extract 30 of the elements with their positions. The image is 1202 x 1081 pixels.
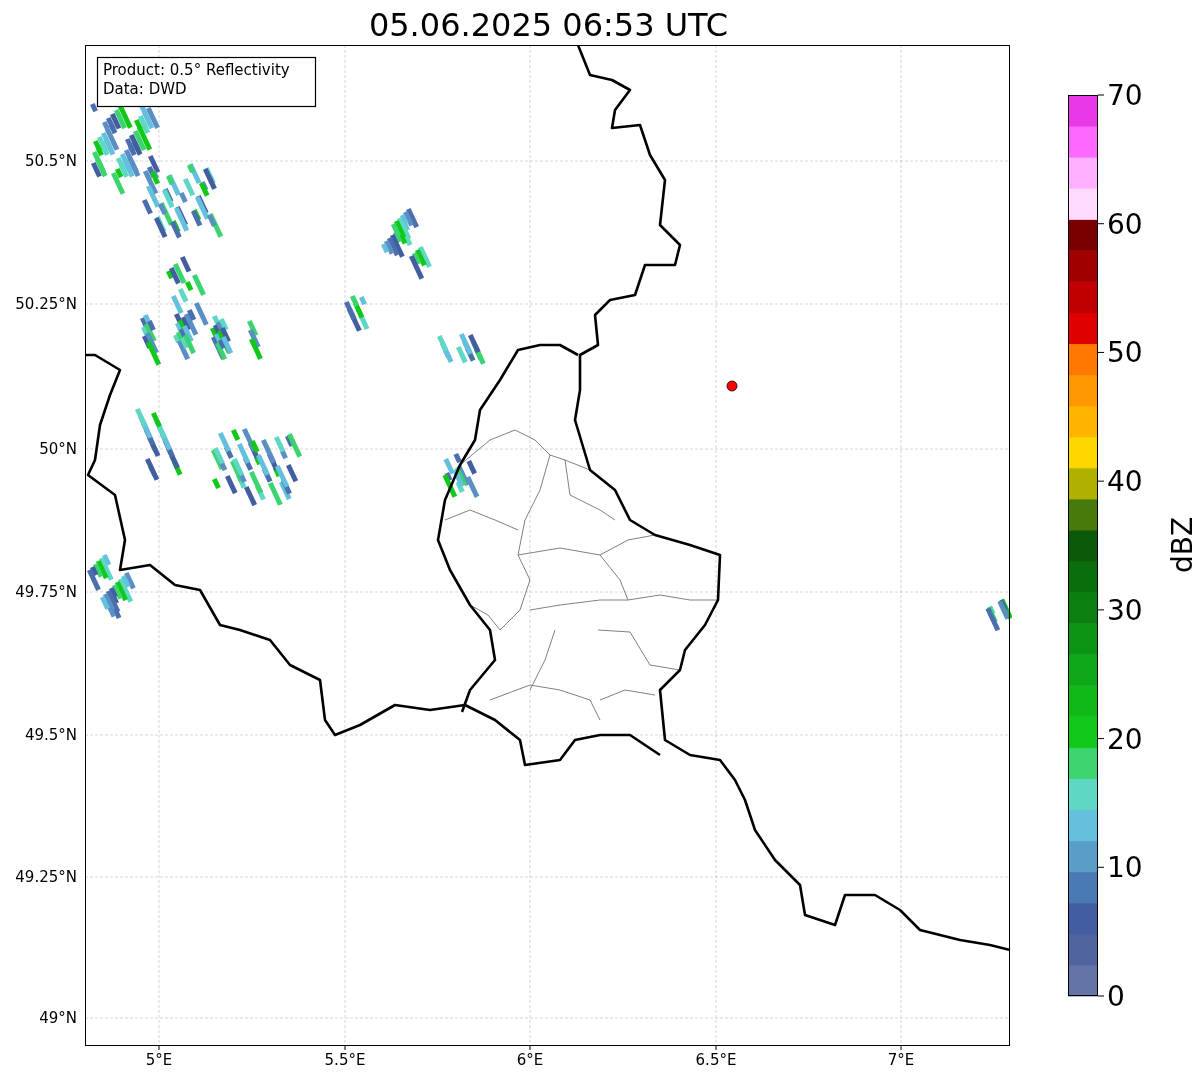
latitude-label: 50.25°N — [15, 295, 77, 313]
scale-tick-label: 20 — [1107, 722, 1143, 756]
latitude-label: 49.75°N — [15, 583, 77, 601]
scale-tick-label: 30 — [1107, 593, 1143, 627]
scale-tick-label: 0 — [1107, 980, 1125, 1013]
scale-tick-label: 70 — [1107, 79, 1143, 112]
latitude-label: 49.5°N — [24, 726, 77, 744]
radar-site-marker — [726, 380, 738, 392]
scale-axis-label: dBZ — [1166, 516, 1199, 574]
longitude-label: 7°E — [887, 1051, 915, 1069]
legend-text: Data: DWD — [103, 80, 187, 98]
latitude-label: 49°N — [39, 1009, 77, 1027]
radar-echo-drawing — [437, 332, 486, 365]
latitude-label: 49.25°N — [15, 868, 77, 886]
longitude-label: 6.5°E — [695, 1051, 737, 1069]
radar-echo-drawing — [442, 452, 480, 498]
latitude-label: 50.5°N — [24, 152, 77, 170]
scale-tick-label: 50 — [1107, 336, 1143, 370]
radar-echo-drawing — [344, 294, 370, 332]
scale-tick-label: 40 — [1107, 465, 1143, 499]
scale-tick-label: 10 — [1107, 851, 1143, 885]
radar-echo-drawing — [985, 598, 1012, 632]
longitude-label: 5°E — [145, 1051, 173, 1069]
chart-title: 05.06.2025 06:53 UTC — [367, 5, 730, 45]
scale-tick-label: 60 — [1107, 207, 1143, 241]
legend-text: Product: 0.5° Reflectivity — [103, 61, 290, 79]
radar-echo-drawing — [87, 553, 136, 620]
longitude-label: 5.5°E — [324, 1051, 366, 1069]
longitude-label: 6°E — [516, 1051, 544, 1069]
latitude-label: 50°N — [39, 440, 77, 458]
